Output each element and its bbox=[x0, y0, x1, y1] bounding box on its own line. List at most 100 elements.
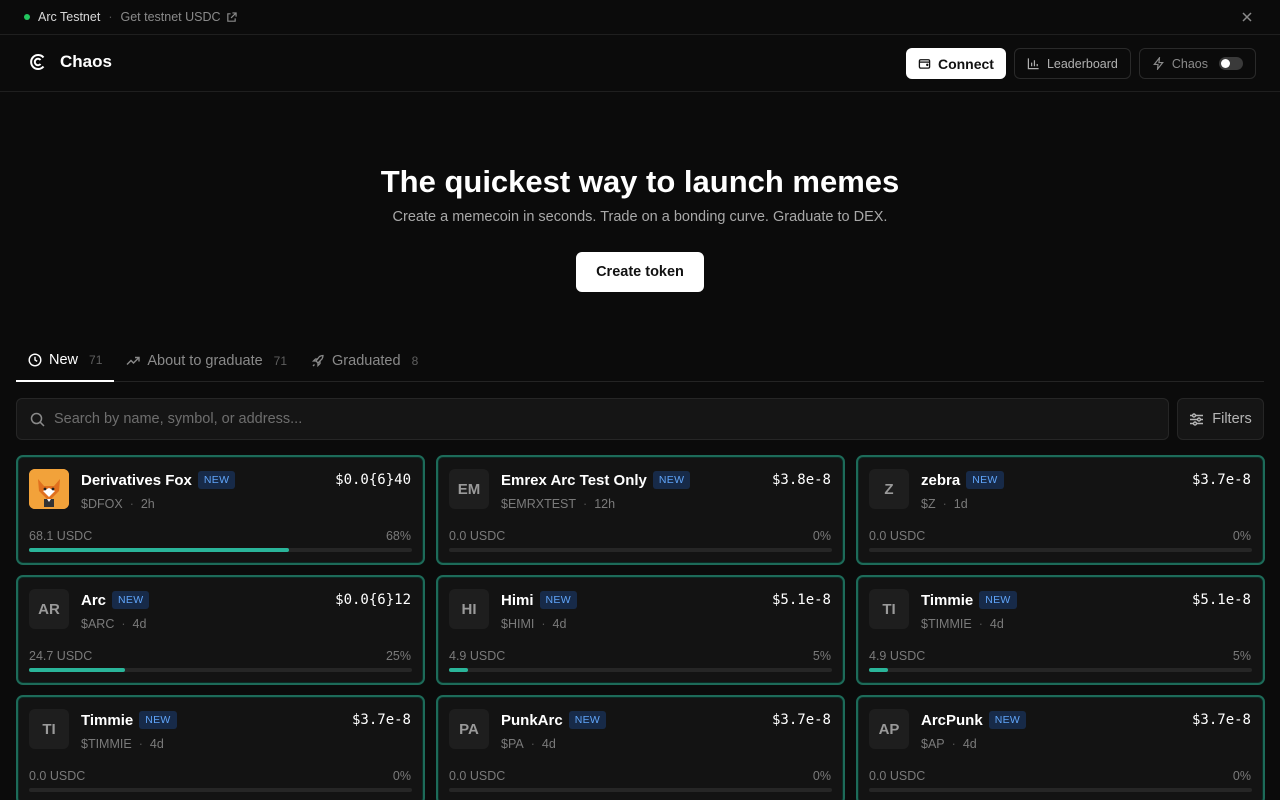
token-title: Himi NEW bbox=[501, 591, 577, 609]
new-badge: NEW bbox=[568, 711, 607, 729]
token-title: ArcPunk NEW bbox=[921, 711, 1027, 729]
bonding-progress-fill bbox=[29, 668, 125, 672]
token-name: zebra bbox=[921, 471, 961, 489]
brand-name: Chaos bbox=[60, 52, 112, 71]
meta-separator: · bbox=[530, 737, 535, 751]
toggle-switch[interactable] bbox=[1219, 57, 1243, 70]
token-meta: $Z · 1d bbox=[921, 497, 968, 511]
token-name: Timmie bbox=[81, 711, 134, 729]
new-badge: NEW bbox=[966, 471, 1004, 489]
token-title: Timmie NEW bbox=[81, 711, 177, 729]
token-avatar: HI bbox=[449, 589, 489, 629]
bonding-progress-bar bbox=[29, 668, 412, 672]
token-meta: $TIMMIE · 4d bbox=[81, 737, 164, 751]
token-card[interactable]: PA PunkArc NEW $PA · 4d $3.7e-8 0.0 USDC 0% bbox=[436, 695, 845, 800]
token-title: Timmie NEW bbox=[921, 591, 1017, 609]
token-progress-percent: 0% bbox=[812, 529, 831, 543]
new-badge: NEW bbox=[979, 591, 1017, 609]
tab-graduated-label: Graduated bbox=[332, 352, 401, 369]
token-card[interactable]: AR Arc NEW $ARC · 4d $0.0{6}12 24.7 USDC 25% bbox=[16, 575, 425, 685]
brand-home-link[interactable]: Chaos bbox=[28, 52, 112, 72]
new-badge: NEW bbox=[988, 711, 1027, 729]
bonding-progress-bar bbox=[449, 788, 832, 792]
tab-about-to-graduate[interactable]: About to graduate 71 bbox=[114, 340, 299, 381]
token-price: $0.0{6}12 bbox=[335, 592, 411, 608]
leaderboard-button[interactable]: Leaderboard bbox=[1013, 48, 1131, 79]
meta-separator: · bbox=[138, 737, 143, 751]
tab-new-label: New bbox=[49, 352, 79, 368]
lightning-icon bbox=[1152, 57, 1164, 70]
leaderboard-label: Leaderboard bbox=[1046, 56, 1118, 71]
token-price: $3.8e-8 bbox=[771, 472, 831, 488]
token-name: Emrex Arc Test Only bbox=[501, 471, 647, 489]
bonding-progress-bar bbox=[869, 668, 1252, 672]
token-card[interactable]: AP ArcPunk NEW $AP · 4d $3.7e-8 0.0 USDC 0% bbox=[856, 695, 1265, 800]
token-progress-percent: 0% bbox=[1232, 529, 1251, 543]
search-input[interactable] bbox=[54, 411, 1134, 427]
token-symbol: $ARC bbox=[81, 617, 115, 631]
token-price: $5.1e-8 bbox=[1191, 592, 1251, 608]
filters-button[interactable]: Filters bbox=[1177, 398, 1264, 440]
meta-separator: · bbox=[121, 617, 126, 631]
token-card[interactable]: TI Timmie NEW $TIMMIE · 4d $3.7e-8 0.0 USDC 0% bbox=[16, 695, 425, 800]
token-age: 2h bbox=[140, 497, 155, 511]
token-avatar: TI bbox=[29, 709, 69, 749]
chaos-logo-icon bbox=[30, 54, 45, 70]
token-card[interactable]: HI Himi NEW $HIMI · 4d $5.1e-8 4.9 USDC 5% bbox=[436, 575, 845, 685]
new-badge: NEW bbox=[539, 591, 577, 609]
network-name: Arc Testnet bbox=[38, 10, 101, 24]
banner-separator: · bbox=[108, 10, 113, 24]
token-meta: $HIMI · 4d bbox=[501, 617, 566, 631]
bonding-progress-bar bbox=[29, 788, 412, 792]
fox-avatar-icon bbox=[29, 469, 69, 509]
token-card[interactable]: Zzebra NEW $Z · 1d $3.7e-8 0.0 USDC 0% bbox=[856, 455, 1265, 565]
token-name: Derivatives Fox bbox=[81, 471, 192, 489]
bonding-progress-bar bbox=[449, 548, 832, 552]
token-avatar: TI bbox=[869, 589, 909, 629]
token-title: PunkArc NEW bbox=[501, 711, 607, 729]
token-price: $3.7e-8 bbox=[771, 712, 831, 728]
bonding-progress-fill bbox=[869, 668, 889, 672]
token-meta: $ARC · 4d bbox=[81, 617, 146, 631]
close-banner-icon[interactable] bbox=[1240, 10, 1254, 24]
token-progress-percent: 68% bbox=[385, 529, 411, 543]
token-price: $3.7e-8 bbox=[351, 712, 411, 728]
tab-about-to-graduate-label: About to graduate bbox=[147, 352, 263, 369]
token-tabs: New 71 About to graduate 71 Graduated 8 bbox=[16, 340, 1264, 382]
token-title: Arc NEW bbox=[81, 591, 150, 609]
create-token-button[interactable]: Create token bbox=[576, 252, 704, 292]
search-box bbox=[16, 398, 1169, 440]
hero-title: The quickest way to launch memes bbox=[380, 164, 900, 199]
wallet-icon bbox=[918, 59, 931, 69]
token-progress-percent: 0% bbox=[392, 769, 411, 783]
tab-graduated[interactable]: Graduated 8 bbox=[299, 340, 430, 381]
token-raised: 0.0 USDC bbox=[869, 769, 926, 783]
network-status-dot bbox=[24, 14, 30, 20]
token-symbol: $HIMI bbox=[501, 617, 535, 631]
token-card[interactable]: EM Emrex Arc Test Only NEW $EMRXTEST · 12h $3.… bbox=[436, 455, 845, 565]
token-card[interactable]: Derivatives Fox NEW $DFOX · 2h $0.0{6}40 68.1 … bbox=[16, 455, 425, 565]
connect-label: Connect bbox=[937, 55, 994, 72]
search-icon bbox=[30, 412, 45, 427]
token-name: ArcPunk bbox=[921, 711, 983, 729]
token-price: $3.7e-8 bbox=[1191, 472, 1251, 488]
meta-separator: · bbox=[541, 617, 546, 631]
token-meta: $TIMMIE · 4d bbox=[921, 617, 1004, 631]
get-testnet-usdc-link[interactable]: Get testnet USDC bbox=[120, 10, 237, 24]
chaos-mode-toggle[interactable]: Chaos bbox=[1138, 48, 1256, 79]
token-age: 4d bbox=[552, 617, 567, 631]
tab-new[interactable]: New 71 bbox=[16, 340, 115, 382]
token-age: 4d bbox=[541, 737, 556, 751]
connect-wallet-button[interactable]: Connect bbox=[905, 48, 1006, 79]
tab-new-count: 71 bbox=[89, 353, 103, 367]
new-badge: NEW bbox=[139, 711, 177, 729]
token-card[interactable]: TI Timmie NEW $TIMMIE · 4d $5.1e-8 4.9 USDC 5% bbox=[856, 575, 1265, 685]
bonding-progress-fill bbox=[29, 548, 290, 552]
token-age: 4d bbox=[132, 617, 147, 631]
token-age: 4d bbox=[962, 737, 977, 751]
token-raised: 0.0 USDC bbox=[29, 769, 86, 783]
new-badge: NEW bbox=[197, 471, 236, 489]
token-name: PunkArc bbox=[501, 711, 563, 729]
testnet-banner: Arc Testnet · Get testnet USDC bbox=[0, 0, 1280, 35]
token-progress-percent: 5% bbox=[1232, 649, 1251, 663]
